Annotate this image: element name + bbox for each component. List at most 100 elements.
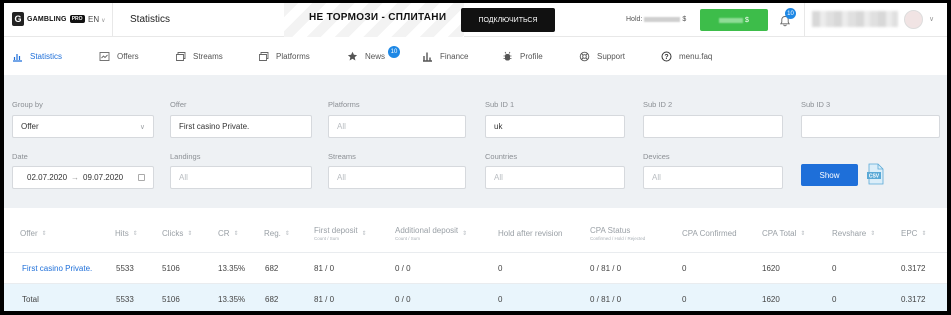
landings-select[interactable]: All bbox=[170, 166, 312, 189]
nav-item-label: menu.faq bbox=[679, 51, 713, 61]
column-header-hold-after-revision: Hold after revision bbox=[498, 228, 563, 238]
column-header-additional-deposit[interactable]: Additional deposit Count / Sum ⇕ bbox=[395, 216, 467, 250]
nav-item-label: Offers bbox=[117, 51, 139, 61]
nav-item-news[interactable]: News 10 bbox=[347, 37, 401, 75]
username-redacted[interactable] bbox=[812, 11, 898, 27]
platforms-select[interactable]: All bbox=[328, 115, 466, 138]
platforms-label: Platforms bbox=[328, 100, 360, 109]
date-separator: → bbox=[71, 173, 80, 182]
nav-item-offers[interactable]: Offers bbox=[99, 37, 139, 75]
star-icon bbox=[347, 51, 358, 60]
table-cell: 1620 bbox=[762, 264, 780, 273]
nav-item-support[interactable]: Support bbox=[579, 37, 625, 75]
countries-select[interactable]: All bbox=[485, 166, 625, 189]
sort-icon: ⇕ bbox=[284, 230, 290, 237]
sort-icon: ⇕ bbox=[187, 230, 193, 237]
nav-item-streams[interactable]: Streams bbox=[175, 37, 223, 75]
column-header-offer[interactable]: Offer ⇕ bbox=[20, 216, 47, 250]
logo-text: GAMBLING bbox=[27, 15, 67, 23]
offer-select[interactable]: First casino Private. bbox=[170, 115, 312, 138]
sort-icon: ⇕ bbox=[233, 230, 239, 237]
nav-item-profile[interactable]: Profile bbox=[502, 37, 543, 75]
table-cell: 0 bbox=[682, 295, 687, 304]
nav-item-label: Profile bbox=[520, 51, 543, 61]
language-label: EN bbox=[88, 15, 100, 24]
streams-placeholder: All bbox=[337, 173, 346, 182]
group-by-select[interactable]: Offer ∨ bbox=[12, 115, 154, 138]
devices-label: Devices bbox=[643, 152, 670, 161]
csv-label: CSV bbox=[869, 174, 880, 180]
column-header-hits[interactable]: Hits ⇕ bbox=[115, 216, 138, 250]
offer-value: First casino Private. bbox=[179, 122, 250, 131]
column-header-clicks[interactable]: Clicks ⇕ bbox=[162, 216, 192, 250]
sub-id-3-input[interactable] bbox=[801, 115, 940, 138]
table-cell: 0 bbox=[682, 264, 687, 273]
support-icon bbox=[579, 51, 590, 61]
sub-id-1-input[interactable]: uk bbox=[485, 115, 625, 138]
nav-item-platforms[interactable]: Platforms bbox=[258, 37, 310, 75]
column-header-cpa-confirmed: CPA Confirmed bbox=[682, 228, 737, 238]
sort-icon: ⇕ bbox=[870, 230, 876, 237]
nav-item-statistics[interactable]: Statistics bbox=[12, 37, 62, 75]
table-cell: 682 bbox=[265, 295, 279, 304]
profile-icon bbox=[503, 51, 512, 60]
main-nav: Statistics Offers Streams Platforms News… bbox=[4, 37, 947, 75]
landings-label: Landings bbox=[170, 152, 201, 161]
table-cell: 0 bbox=[498, 295, 503, 304]
avatar[interactable] bbox=[904, 10, 923, 29]
date-label: Date bbox=[12, 152, 28, 161]
column-header-reg[interactable]: Reg. ⇕ bbox=[264, 216, 290, 250]
column-header-cr[interactable]: CR ⇕ bbox=[218, 216, 239, 250]
streams-label: Streams bbox=[328, 152, 356, 161]
chevron-down-icon[interactable]: ∨ bbox=[929, 15, 934, 23]
calendar-icon bbox=[138, 174, 145, 181]
table-header: Offer ⇕ Hits ⇕ Clicks ⇕ CR ⇕ Reg. ⇕ First dep… bbox=[4, 216, 947, 250]
date-from: 02.07.2020 bbox=[27, 173, 68, 182]
hold-currency: $ bbox=[682, 16, 687, 23]
nav-item-label: Statistics bbox=[30, 51, 63, 61]
landings-placeholder: All bbox=[179, 173, 188, 182]
sub-id-2-input[interactable] bbox=[643, 115, 783, 138]
countries-label: Countries bbox=[485, 152, 518, 161]
nav-item-label: Streams bbox=[193, 51, 223, 61]
nav-item-faq[interactable]: ? menu.faq bbox=[661, 37, 712, 75]
offers-icon bbox=[99, 51, 110, 61]
streams-select[interactable]: All bbox=[328, 166, 466, 189]
devices-select[interactable]: All bbox=[643, 166, 783, 189]
table-cell: 0 / 81 / 0 bbox=[590, 295, 622, 304]
nav-item-finance[interactable]: Finance bbox=[422, 37, 468, 75]
countries-placeholder: All bbox=[494, 173, 503, 182]
sort-icon: ⇕ bbox=[132, 230, 138, 237]
offer-label: Offer bbox=[170, 100, 187, 109]
platforms-icon bbox=[259, 51, 269, 61]
platforms-placeholder: All bbox=[337, 122, 346, 131]
table-cell: 5533 bbox=[116, 264, 134, 273]
page-title: Statistics bbox=[130, 14, 171, 25]
offer-link[interactable]: First casino Private. bbox=[22, 253, 92, 284]
date-to: 09.07.2020 bbox=[83, 173, 124, 182]
balance-button[interactable]: $ bbox=[700, 9, 768, 31]
group-by-value: Offer bbox=[21, 122, 39, 131]
sort-icon: ⇕ bbox=[361, 230, 367, 237]
devices-placeholder: All bbox=[652, 173, 661, 182]
date-range-picker[interactable]: 02.07.2020 → 09.07.2020 bbox=[12, 166, 154, 189]
group-by-label: Group by bbox=[12, 100, 43, 109]
show-button[interactable]: Show bbox=[801, 164, 858, 186]
language-selector[interactable]: EN ∨ bbox=[88, 15, 106, 24]
column-header-first-deposit[interactable]: First deposit Count / Sum ⇕ bbox=[314, 216, 367, 250]
table-cell: 0 / 0 bbox=[395, 295, 411, 304]
column-header-epc[interactable]: EPC ⇕ bbox=[901, 216, 926, 250]
chevron-down-icon: ∨ bbox=[139, 124, 145, 131]
column-header-revshare[interactable]: Revshare ⇕ bbox=[832, 216, 875, 250]
csv-export-icon[interactable]: CSV bbox=[866, 163, 885, 185]
logo[interactable]: G GAMBLING PRO bbox=[12, 12, 85, 26]
app-window: G GAMBLING PRO EN ∨ Statistics НЕ ТОРМОЗИ… bbox=[4, 3, 947, 311]
promo-connect-button[interactable]: ПОДКЛЮЧИТЬСЯ bbox=[461, 8, 555, 32]
nav-item-label: News bbox=[365, 51, 386, 61]
notifications-badge: 10 bbox=[785, 8, 796, 19]
finance-icon bbox=[423, 52, 432, 62]
nav-item-label: Platforms bbox=[276, 51, 310, 61]
sub-id-3-label: Sub ID 3 bbox=[801, 100, 831, 109]
hold-balance: Hold: $ bbox=[626, 16, 686, 23]
column-header-cpa-total[interactable]: CPA Total ⇕ bbox=[762, 216, 805, 250]
